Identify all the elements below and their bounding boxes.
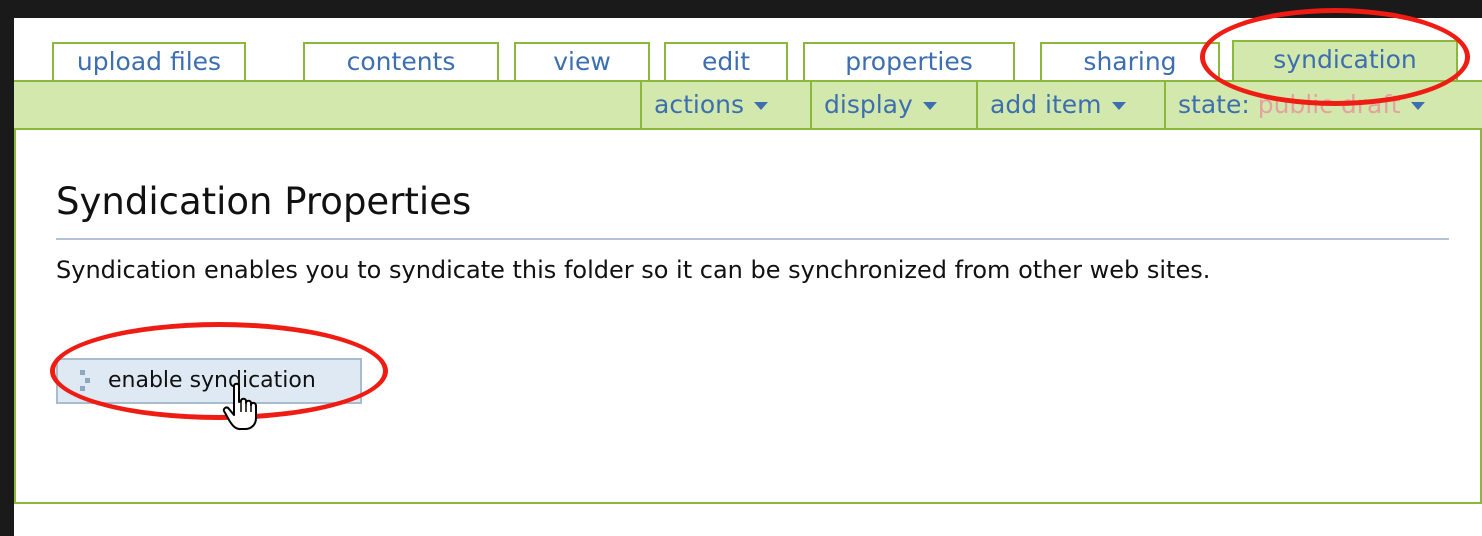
title-divider bbox=[56, 238, 1449, 240]
page-title: Syndication Properties bbox=[56, 180, 472, 223]
tab-contents[interactable]: contents bbox=[303, 42, 499, 80]
caret-down-icon bbox=[753, 102, 768, 110]
enable-syndication-button[interactable]: enable syndication bbox=[56, 358, 362, 404]
display-menu-label: display bbox=[824, 90, 913, 119]
page-description: Syndication enables you to syndicate thi… bbox=[56, 256, 1211, 284]
button-dots-icon bbox=[80, 370, 90, 392]
caret-down-icon bbox=[1111, 102, 1126, 110]
hand-pointer-cursor-icon bbox=[222, 382, 257, 430]
state-menu-label: state: bbox=[1178, 90, 1250, 119]
add-item-menu[interactable]: add item bbox=[976, 82, 1164, 128]
state-menu-value: public draft bbox=[1257, 90, 1401, 119]
caret-down-icon bbox=[1410, 102, 1425, 110]
tab-properties[interactable]: properties bbox=[803, 42, 1015, 80]
content-panel: upload files contents view edit properti… bbox=[14, 18, 1482, 536]
tab-sharing[interactable]: sharing bbox=[1040, 42, 1220, 80]
tab-syndication[interactable]: syndication bbox=[1232, 40, 1458, 80]
actions-menu[interactable]: actions bbox=[640, 82, 810, 128]
action-bar: actions display add item state: public d… bbox=[14, 80, 1482, 130]
display-menu[interactable]: display bbox=[810, 82, 976, 128]
syndication-content: Syndication Properties Syndication enabl… bbox=[14, 130, 1482, 504]
add-item-menu-label: add item bbox=[990, 90, 1102, 119]
actions-menu-label: actions bbox=[654, 90, 744, 119]
tab-view[interactable]: view bbox=[514, 42, 650, 80]
tab-bar: upload files contents view edit properti… bbox=[14, 18, 1482, 80]
tab-upload-files[interactable]: upload files bbox=[52, 42, 246, 80]
tab-edit[interactable]: edit bbox=[664, 42, 788, 80]
caret-down-icon bbox=[922, 102, 937, 110]
state-menu[interactable]: state: public draft bbox=[1164, 82, 1482, 128]
enable-syndication-label: enable syndication bbox=[108, 368, 316, 393]
